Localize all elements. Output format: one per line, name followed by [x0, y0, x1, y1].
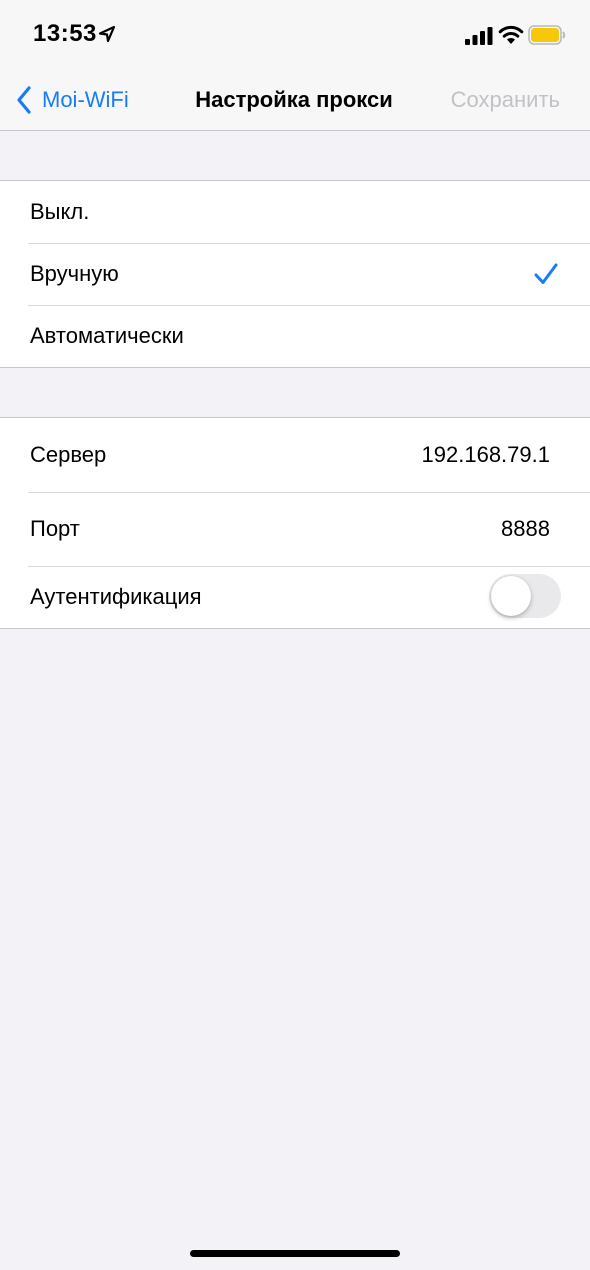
battery-icon [528, 25, 566, 45]
proxy-mode-label: Автоматически [30, 323, 184, 348]
proxy-mode-group: Выкл. Вручную Автоматически [0, 180, 590, 368]
status-time: 13:53 [33, 20, 97, 47]
port-value[interactable]: 8888 [501, 516, 550, 542]
toggle-knob [491, 576, 531, 616]
cellular-signal-icon [465, 27, 493, 45]
location-arrow-icon [98, 25, 116, 43]
proxy-mode-auto[interactable]: Автоматически [0, 305, 590, 367]
authentication-row: Аутентификация [0, 566, 590, 628]
home-indicator[interactable] [190, 1250, 400, 1257]
authentication-toggle[interactable] [489, 574, 561, 618]
proxy-mode-off[interactable]: Выкл. [0, 181, 590, 243]
status-bar: 13:53 [0, 0, 590, 70]
proxy-settings-group: Сервер 192.168.79.1 Порт 8888 Аутентифик… [0, 417, 590, 629]
checkmark-icon [534, 263, 558, 284]
proxy-mode-label: Вручную [30, 261, 119, 286]
port-row[interactable]: Порт 8888 [0, 492, 590, 566]
server-value[interactable]: 192.168.79.1 [422, 442, 550, 468]
navigation-bar: Moi-WiFi Настройка прокси Сохранить [0, 70, 590, 131]
proxy-mode-label: Выкл. [30, 199, 90, 224]
save-button[interactable]: Сохранить [451, 87, 560, 113]
proxy-mode-manual[interactable]: Вручную [0, 243, 590, 305]
wifi-icon [498, 25, 524, 44]
server-row[interactable]: Сервер 192.168.79.1 [0, 418, 590, 492]
screen: 13:53 Moi-WiFi Настройка прокси Сохранит… [0, 0, 590, 1270]
